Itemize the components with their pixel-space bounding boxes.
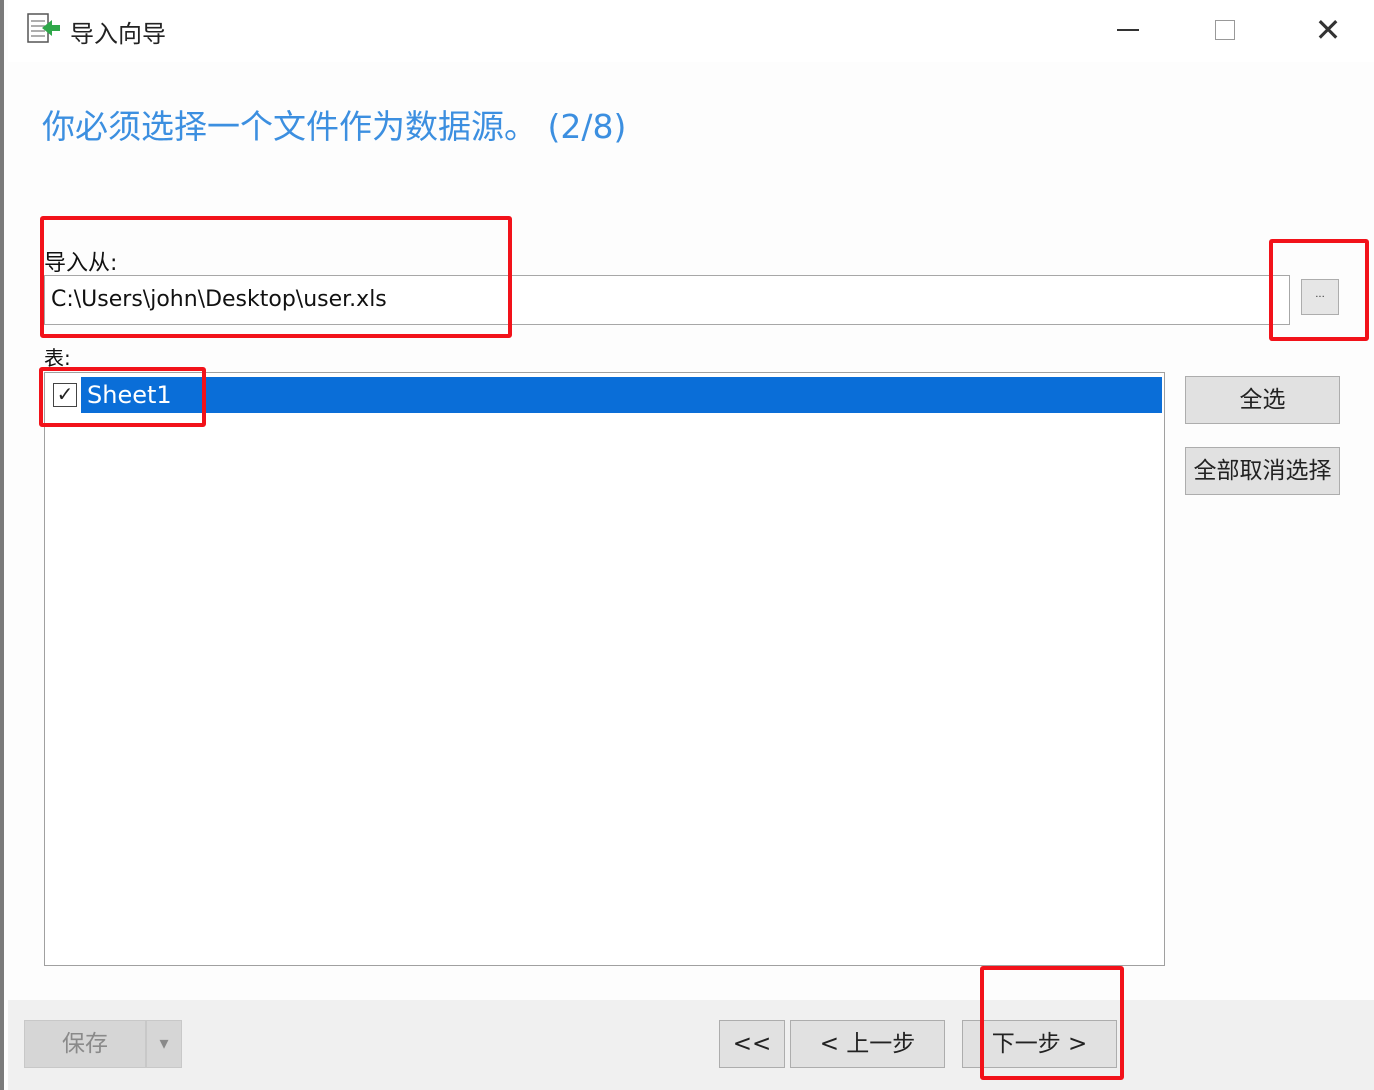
next-step-button[interactable]: 下一步 > — [962, 1020, 1117, 1068]
close-icon: ✕ — [1314, 11, 1342, 49]
footer-bar: 保存 ▾ << < 上一步 下一步 > — [8, 1000, 1374, 1090]
minimize-button[interactable] — [1083, 0, 1173, 60]
tables-label: 表: — [44, 346, 71, 370]
title-bar: 导入向导 ✕ — [8, 0, 1374, 62]
save-dropdown-button[interactable]: ▾ — [146, 1020, 182, 1068]
previous-step-button[interactable]: < 上一步 — [790, 1020, 945, 1068]
sheet-label: Sheet1 — [87, 381, 172, 409]
selection-highlight — [81, 377, 1162, 413]
save-button[interactable]: 保存 — [24, 1020, 146, 1068]
list-item[interactable]: ✓ Sheet1 — [47, 377, 1162, 413]
maximize-icon — [1215, 20, 1235, 40]
import-wizard-window: 导入向导 ✕ 你必须选择一个文件作为数据源。 (2/8) 导入从: C:\Use… — [0, 0, 1374, 1090]
table-list[interactable]: ✓ Sheet1 — [44, 372, 1165, 966]
select-all-button[interactable]: 全选 — [1185, 376, 1340, 424]
minimize-icon — [1117, 29, 1139, 31]
chevron-down-icon: ▾ — [159, 1033, 169, 1054]
step-heading: 你必须选择一个文件作为数据源。 (2/8) — [42, 107, 627, 146]
first-step-button[interactable]: << — [719, 1020, 785, 1068]
import-from-label: 导入从: — [44, 251, 118, 276]
import-wizard-icon — [26, 12, 62, 48]
import-path-field[interactable]: C:\Users\john\Desktop\user.xls — [44, 275, 1290, 325]
maximize-button[interactable] — [1180, 0, 1270, 60]
window-title: 导入向导 — [70, 20, 166, 48]
browse-button[interactable]: ... — [1301, 279, 1339, 315]
sheet-checkbox[interactable]: ✓ — [53, 383, 77, 407]
deselect-all-button[interactable]: 全部取消选择 — [1185, 447, 1340, 495]
close-button[interactable]: ✕ — [1283, 0, 1373, 60]
